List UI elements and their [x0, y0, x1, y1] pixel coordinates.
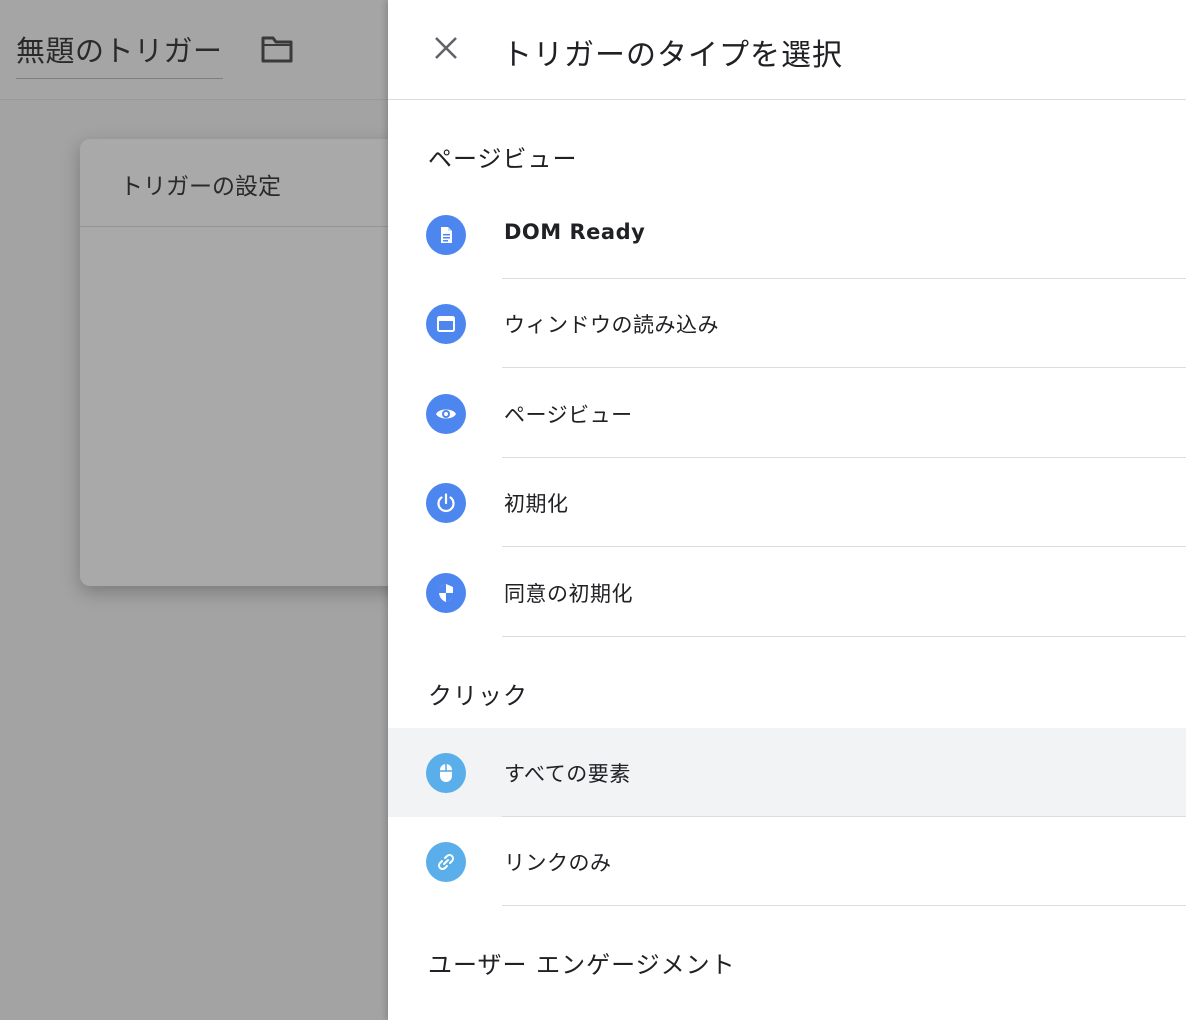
- trigger-type-initialization[interactable]: 初期化: [388, 458, 1186, 547]
- trigger-type-label: すべての要素: [504, 762, 631, 786]
- trigger-type-panel: トリガーのタイプを選択 ページビュー DOM Ready ウィンドウの読み込み: [388, 0, 1186, 1020]
- window-icon: [426, 304, 466, 344]
- editor-header: 無題のトリガー: [0, 0, 388, 100]
- trigger-type-dom-ready[interactable]: DOM Ready: [388, 190, 1186, 279]
- item-divider: [502, 905, 1186, 906]
- panel-header: トリガーのタイプを選択: [388, 0, 1186, 100]
- trigger-config-card: トリガーの設定: [80, 139, 410, 586]
- trigger-config-title: トリガーの設定: [120, 174, 281, 200]
- shield-icon: [426, 573, 466, 613]
- trigger-type-label: 同意の初期化: [504, 582, 633, 606]
- trigger-type-label: ウィンドウの読み込み: [504, 313, 719, 337]
- mouse-icon: [426, 753, 466, 793]
- eye-icon: [426, 394, 466, 434]
- trigger-type-label: ページビュー: [504, 403, 633, 427]
- trigger-type-consent-initialization[interactable]: 同意の初期化: [388, 548, 1186, 637]
- trigger-type-just-links[interactable]: リンクのみ: [388, 817, 1186, 906]
- power-icon: [426, 483, 466, 523]
- item-divider: [502, 636, 1186, 637]
- link-icon: [426, 842, 466, 882]
- trigger-type-label: リンクのみ: [504, 851, 612, 875]
- trigger-type-page-view[interactable]: ページビュー: [388, 369, 1186, 458]
- close-button[interactable]: [424, 28, 468, 72]
- trigger-type-label: 初期化: [504, 492, 569, 516]
- item-divider: [502, 546, 1186, 547]
- section-title-user-engagement: ユーザー エンゲージメント: [428, 951, 736, 979]
- trigger-name-input[interactable]: 無題のトリガー: [16, 28, 223, 79]
- trigger-type-all-elements[interactable]: すべての要素: [388, 728, 1186, 817]
- document-icon: [426, 215, 466, 255]
- folder-icon[interactable]: [260, 34, 294, 64]
- panel-title: トリガーのタイプを選択: [502, 38, 843, 73]
- section-title-click: クリック: [428, 682, 528, 710]
- trigger-type-window-loaded[interactable]: ウィンドウの読み込み: [388, 279, 1186, 368]
- trigger-type-label: DOM Ready: [504, 220, 646, 244]
- item-divider: [502, 367, 1186, 368]
- close-icon: [433, 35, 459, 65]
- card-divider: [80, 226, 410, 227]
- section-title-pageview: ページビュー: [428, 145, 578, 173]
